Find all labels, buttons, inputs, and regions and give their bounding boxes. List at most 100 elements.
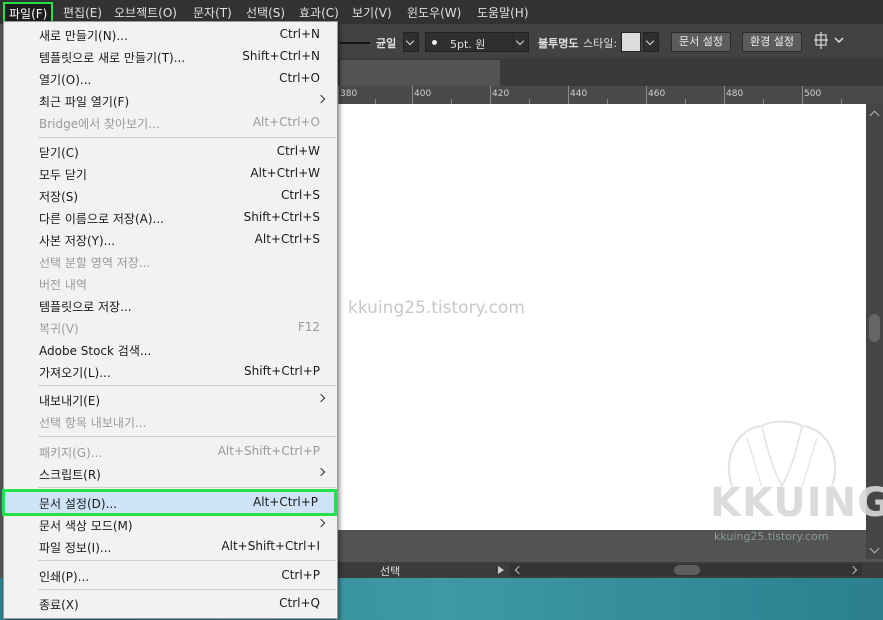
opacity-label[interactable]: 불투명도	[538, 35, 578, 51]
menu-item-shortcut: F12	[297, 320, 320, 334]
menu-item-document-setup[interactable]: 문서 설정(D)... Alt+Ctrl+P	[2, 489, 337, 516]
menu-item-label: 모두 닫기	[39, 168, 87, 182]
ruler-tick	[412, 86, 413, 104]
menu-item-close-all[interactable]: 모두 닫기 Alt+Ctrl+W	[5, 163, 336, 184]
menu-item-document-color-mode[interactable]: 문서 색상 모드(M)	[5, 514, 336, 535]
menu-item-shortcut: Ctrl+P	[281, 568, 320, 582]
menu-object[interactable]: 오브젝트(O)	[114, 4, 177, 21]
menu-item-label: 문서 색상 모드(M)	[39, 519, 133, 533]
style-label: 스타일:	[583, 37, 618, 50]
menu-item-place[interactable]: 가져오기(L)... Shift+Ctrl+P	[5, 361, 336, 382]
document-tab[interactable]	[340, 60, 500, 86]
menu-item-shortcut: Ctrl+N	[279, 27, 320, 41]
menu-item-export[interactable]: 내보내기(E)	[5, 389, 336, 410]
play-icon[interactable]	[498, 566, 504, 574]
preferences-button[interactable]: 환경 설정	[742, 32, 802, 52]
horizontal-scrollbar[interactable]	[510, 564, 862, 576]
menu-item-save-copy[interactable]: 사본 저장(Y)... Alt+Ctrl+S	[5, 229, 336, 250]
menu-item-save-as[interactable]: 다른 이름으로 저장(A)... Shift+Ctrl+S	[5, 207, 336, 228]
stroke-profile-dropdown[interactable]	[403, 32, 419, 52]
menu-item-search-adobe-stock[interactable]: Adobe Stock 검색...	[5, 339, 336, 360]
menu-item-label: 최근 파일 열기(F)	[39, 95, 130, 109]
scroll-right-icon[interactable]	[848, 565, 858, 575]
menu-item-exit[interactable]: 종료(X) Ctrl+Q	[5, 593, 336, 614]
menu-item-label: Adobe Stock 검색...	[39, 344, 152, 358]
menu-item-shortcut: Alt+Ctrl+O	[252, 115, 320, 129]
menu-item-open[interactable]: 열기(O)... Ctrl+O	[5, 68, 336, 89]
menu-item-shortcut: Shift+Ctrl+P	[244, 364, 320, 378]
menu-item-scripts[interactable]: 스크립트(R)	[5, 463, 336, 484]
menu-item-revert: 복귀(V) F12	[5, 317, 336, 338]
menu-type[interactable]: 문자(T)	[193, 4, 232, 21]
ruler-tick	[646, 86, 647, 104]
submenu-arrow-icon	[316, 94, 326, 104]
menu-separator	[38, 137, 336, 138]
ruler-tick	[724, 86, 725, 104]
menu-item-label: 내보내기(E)	[39, 394, 101, 408]
menu-item-shortcut: Ctrl+W	[276, 144, 320, 158]
horizontal-scroll-thumb[interactable]	[674, 565, 700, 575]
menu-item-save-as-template[interactable]: 템플릿으로 저장...	[5, 295, 336, 316]
menu-item-label: 선택 분할 영역 저장...	[39, 256, 151, 270]
style-dropdown[interactable]	[643, 32, 659, 52]
vertical-scroll-thumb[interactable]	[869, 314, 880, 342]
menu-help[interactable]: 도움말(H)	[477, 4, 529, 21]
scroll-left-icon[interactable]	[514, 565, 524, 575]
watermark-logo-subtitle: kkuing25.tistory.com	[714, 530, 829, 543]
brush-size-label: 5pt. 원	[450, 38, 486, 51]
scroll-up-icon[interactable]	[869, 110, 880, 121]
file-menu: 새로 만들기(N)... Ctrl+N 템플릿으로 새로 만들기(T)... S…	[2, 21, 338, 619]
status-tool-label[interactable]: 선택	[380, 563, 400, 579]
ruler-label: 460	[648, 89, 666, 99]
menu-item-label: 문서 설정(D)...	[39, 497, 118, 511]
menu-item-save[interactable]: 저장(S) Ctrl+S	[5, 185, 336, 206]
menu-item-label: 인쇄(P)...	[39, 570, 90, 584]
menu-edit[interactable]: 편집(E)	[63, 4, 102, 21]
style-swatch[interactable]	[621, 32, 641, 52]
menu-view[interactable]: 보기(V)	[352, 4, 392, 21]
menu-item-label: Bridge에서 찾아보기...	[39, 117, 160, 131]
document-setup-button[interactable]: 문서 설정	[671, 32, 731, 52]
menu-separator	[38, 487, 336, 488]
scroll-down-icon[interactable]	[869, 543, 880, 554]
menu-item-new[interactable]: 새로 만들기(N)... Ctrl+N	[5, 24, 336, 45]
menu-item-export-selection: 선택 항목 내보내기...	[5, 411, 336, 432]
menu-item-label: 복귀(V)	[39, 322, 79, 336]
menu-item-shortcut: Alt+Ctrl+P	[253, 495, 318, 509]
menu-separator	[38, 385, 336, 386]
menu-effect[interactable]: 효과(C)	[299, 4, 339, 21]
hands-logo-icon	[727, 420, 837, 487]
menu-item-save-selected-slices: 선택 분할 영역 저장...	[5, 251, 336, 272]
submenu-arrow-icon	[316, 393, 326, 403]
menu-item-label: 파일 정보(I)...	[39, 541, 112, 555]
menu-item-file-info[interactable]: 파일 정보(I)... Alt+Shift+Ctrl+I	[5, 536, 336, 557]
document-tab-bar	[338, 58, 883, 86]
menu-select[interactable]: 선택(S)	[246, 4, 285, 21]
menu-window[interactable]: 윈도우(W)	[407, 4, 461, 21]
ruler-tick	[802, 86, 803, 104]
menu-item-shortcut: Ctrl+Q	[279, 596, 320, 610]
ruler-tick	[568, 86, 569, 104]
menu-item-label: 다른 이름으로 저장(A)...	[39, 212, 164, 226]
menu-item-label: 가져오기(L)...	[39, 366, 111, 380]
menu-item-label: 닫기(C)	[39, 146, 79, 160]
menu-item-browse-in-bridge: Bridge에서 찾아보기... Alt+Ctrl+O	[5, 112, 336, 133]
arrange-icon[interactable]	[813, 31, 845, 51]
brush-definition-dropdown[interactable]	[513, 32, 529, 52]
menu-item-shortcut: Ctrl+O	[279, 71, 320, 85]
menu-item-label: 템플릿으로 저장...	[39, 300, 132, 314]
menu-item-open-recent[interactable]: 최근 파일 열기(F)	[5, 90, 336, 111]
ruler-tick	[490, 86, 491, 104]
submenu-arrow-icon	[316, 518, 326, 528]
menu-item-close[interactable]: 닫기(C) Ctrl+W	[5, 141, 336, 162]
ruler-label: 420	[492, 89, 510, 99]
ruler-label: 440	[570, 89, 588, 99]
menu-item-shortcut: Alt+Ctrl+W	[250, 166, 320, 180]
menu-item-new-from-template[interactable]: 템플릿으로 새로 만들기(T)... Shift+Ctrl+N	[5, 46, 336, 67]
submenu-arrow-icon	[316, 467, 326, 477]
menu-separator	[38, 560, 336, 561]
menu-item-print[interactable]: 인쇄(P)... Ctrl+P	[5, 565, 336, 586]
ruler-label: 400	[414, 89, 432, 99]
menu-item-shortcut: Shift+Ctrl+N	[242, 49, 320, 63]
watermark-url: kkuing25.tistory.com	[348, 298, 525, 318]
